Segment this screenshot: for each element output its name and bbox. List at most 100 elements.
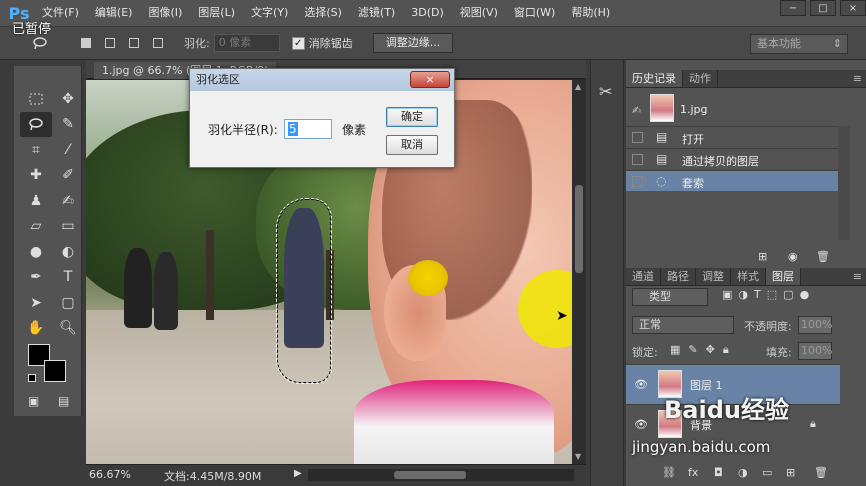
- eyedropper-icon[interactable]: ⁄: [52, 137, 84, 163]
- tools-options-icon[interactable]: ✂: [599, 82, 612, 101]
- eye-icon[interactable]: 👁︎: [634, 418, 648, 431]
- shape-filter-icon[interactable]: ⬚: [767, 288, 777, 301]
- cancel-button[interactable]: 取消: [386, 135, 438, 155]
- vertical-scrollbar[interactable]: ▲ ▼: [572, 80, 586, 464]
- feather-input[interactable]: 0 像素: [213, 34, 280, 52]
- zoom-level[interactable]: 66.67%: [89, 468, 131, 481]
- healing-brush-icon[interactable]: ✚: [20, 163, 52, 189]
- vertical-scroll-thumb[interactable]: [575, 185, 583, 273]
- history-scrollbar[interactable]: [838, 126, 850, 240]
- filter-toggle-icon[interactable]: ●: [800, 288, 810, 301]
- menu-item-select[interactable]: 选择(S): [296, 0, 350, 26]
- menu-item-type[interactable]: 文字(Y): [243, 0, 296, 26]
- menu-item-view[interactable]: 视图(V): [452, 0, 506, 26]
- tab-history[interactable]: 历史记录: [626, 70, 683, 87]
- crop-tool-icon[interactable]: ⌗: [20, 137, 52, 163]
- trash-icon[interactable]: 🗑︎: [816, 250, 830, 263]
- feather-radius-input[interactable]: 5: [284, 119, 332, 139]
- lasso-tool-icon[interactable]: [20, 111, 52, 137]
- menu-item-window[interactable]: 窗口(W): [506, 0, 563, 26]
- fx-icon[interactable]: fx: [688, 466, 698, 479]
- menu-item-image[interactable]: 图像(I): [140, 0, 190, 26]
- history-brush-icon[interactable]: ✍: [52, 188, 84, 214]
- tab-styles[interactable]: 样式: [731, 268, 766, 285]
- hand-tool-icon[interactable]: ✋: [20, 316, 52, 342]
- quick-select-icon[interactable]: ✎: [52, 112, 84, 138]
- panel-menu-icon[interactable]: ≡: [853, 70, 862, 88]
- minimize-button[interactable]: −: [780, 0, 806, 16]
- layer-filter-select[interactable]: 类型: [632, 288, 708, 306]
- horizontal-scrollbar[interactable]: [308, 469, 574, 481]
- shape-tool-icon[interactable]: ▢: [52, 290, 84, 316]
- opacity-input[interactable]: 100%: [798, 316, 832, 334]
- smart-object-filter-icon[interactable]: ▢: [783, 288, 793, 301]
- screen-mode-icon[interactable]: ▤: [58, 394, 69, 408]
- camera-icon[interactable]: ◉: [788, 250, 798, 263]
- fill-input[interactable]: 100%: [798, 342, 832, 360]
- history-check[interactable]: [632, 132, 643, 143]
- dialog-close-button[interactable]: ×: [410, 71, 450, 88]
- antialias-checkbox[interactable]: ✓: [291, 36, 305, 50]
- scroll-down-icon[interactable]: ▼: [575, 452, 581, 461]
- play-arrow-icon[interactable]: ▶: [294, 468, 302, 479]
- workspace-select[interactable]: 基本功能 ⇕: [750, 34, 848, 54]
- close-button[interactable]: ×: [840, 0, 866, 16]
- type-filter-icon[interactable]: T: [754, 288, 761, 301]
- menu-item-help[interactable]: 帮助(H): [563, 0, 618, 26]
- intersect-selection-icon[interactable]: [148, 33, 168, 53]
- history-brush-source-icon[interactable]: ✍: [632, 104, 641, 117]
- mask-icon[interactable]: ◘: [714, 466, 723, 479]
- eye-icon[interactable]: 👁︎: [634, 378, 648, 391]
- default-colors-icon[interactable]: [28, 374, 36, 382]
- history-item[interactable]: ▤ 通过拷贝的图层: [626, 148, 838, 169]
- brush-tool-icon[interactable]: ✐: [52, 163, 84, 189]
- blur-tool-icon[interactable]: ●: [20, 239, 52, 265]
- ok-button[interactable]: 确定: [386, 107, 438, 127]
- quick-mask-icon[interactable]: ▣: [28, 394, 39, 408]
- new-document-from-state-icon[interactable]: ⊞: [758, 250, 767, 263]
- menu-item-edit[interactable]: 编辑(E): [87, 0, 141, 26]
- lock-transparent-icon[interactable]: ▦: [670, 343, 680, 357]
- pen-tool-icon[interactable]: ✒: [20, 265, 52, 291]
- trash-icon[interactable]: 🗑︎: [814, 466, 828, 479]
- folder-icon[interactable]: ▭: [762, 466, 772, 479]
- history-snapshot[interactable]: ✍ 1.jpg: [626, 90, 866, 130]
- path-select-icon[interactable]: ➤: [20, 290, 52, 316]
- adjustment-filter-icon[interactable]: ◑: [738, 288, 748, 301]
- stamp-tool-icon[interactable]: ♟: [20, 188, 52, 214]
- tab-adjustments[interactable]: 调整: [696, 268, 731, 285]
- history-check[interactable]: [632, 176, 643, 187]
- lock-position-icon[interactable]: ✥: [706, 343, 715, 357]
- new-selection-icon[interactable]: [76, 33, 96, 53]
- marquee-tool-icon[interactable]: [20, 86, 52, 112]
- tab-actions[interactable]: 动作: [683, 70, 718, 87]
- adjustment-layer-icon[interactable]: ◑: [738, 466, 748, 479]
- tab-channels[interactable]: 通道: [626, 268, 661, 285]
- add-selection-icon[interactable]: [100, 33, 120, 53]
- tab-paths[interactable]: 路径: [661, 268, 696, 285]
- blend-mode-select[interactable]: 正常: [632, 316, 734, 334]
- scroll-up-icon[interactable]: ▲: [575, 82, 581, 91]
- image-filter-icon[interactable]: ▣: [722, 288, 732, 301]
- zoom-tool-icon[interactable]: 🔍︎: [52, 316, 84, 342]
- subtract-selection-icon[interactable]: [124, 33, 144, 53]
- menu-item-filter[interactable]: 滤镜(T): [350, 0, 403, 26]
- move-tool-icon[interactable]: ✥: [52, 86, 84, 112]
- new-layer-icon[interactable]: ⊞: [786, 466, 795, 479]
- horizontal-scroll-thumb[interactable]: [394, 471, 466, 479]
- gradient-tool-icon[interactable]: ▭: [52, 214, 84, 240]
- menu-item-3d[interactable]: 3D(D): [403, 0, 452, 26]
- history-item-selected[interactable]: ◌ 套索: [626, 170, 838, 191]
- type-tool-icon[interactable]: T: [52, 265, 84, 291]
- tab-layers[interactable]: 图层: [766, 268, 801, 285]
- link-layers-icon[interactable]: ⛓: [662, 466, 676, 479]
- panel-menu-icon[interactable]: ≡: [853, 268, 862, 286]
- history-check[interactable]: [632, 154, 643, 165]
- history-item[interactable]: ▤ 打开: [626, 126, 838, 147]
- background-color-swatch[interactable]: [44, 360, 66, 382]
- lock-image-icon[interactable]: ✎: [688, 343, 697, 357]
- lock-all-icon[interactable]: 🔒︎: [723, 343, 729, 357]
- refine-edge-button[interactable]: 调整边缘...: [372, 33, 454, 53]
- menu-item-layer[interactable]: 图层(L): [190, 0, 243, 26]
- maximize-button[interactable]: □: [810, 0, 836, 16]
